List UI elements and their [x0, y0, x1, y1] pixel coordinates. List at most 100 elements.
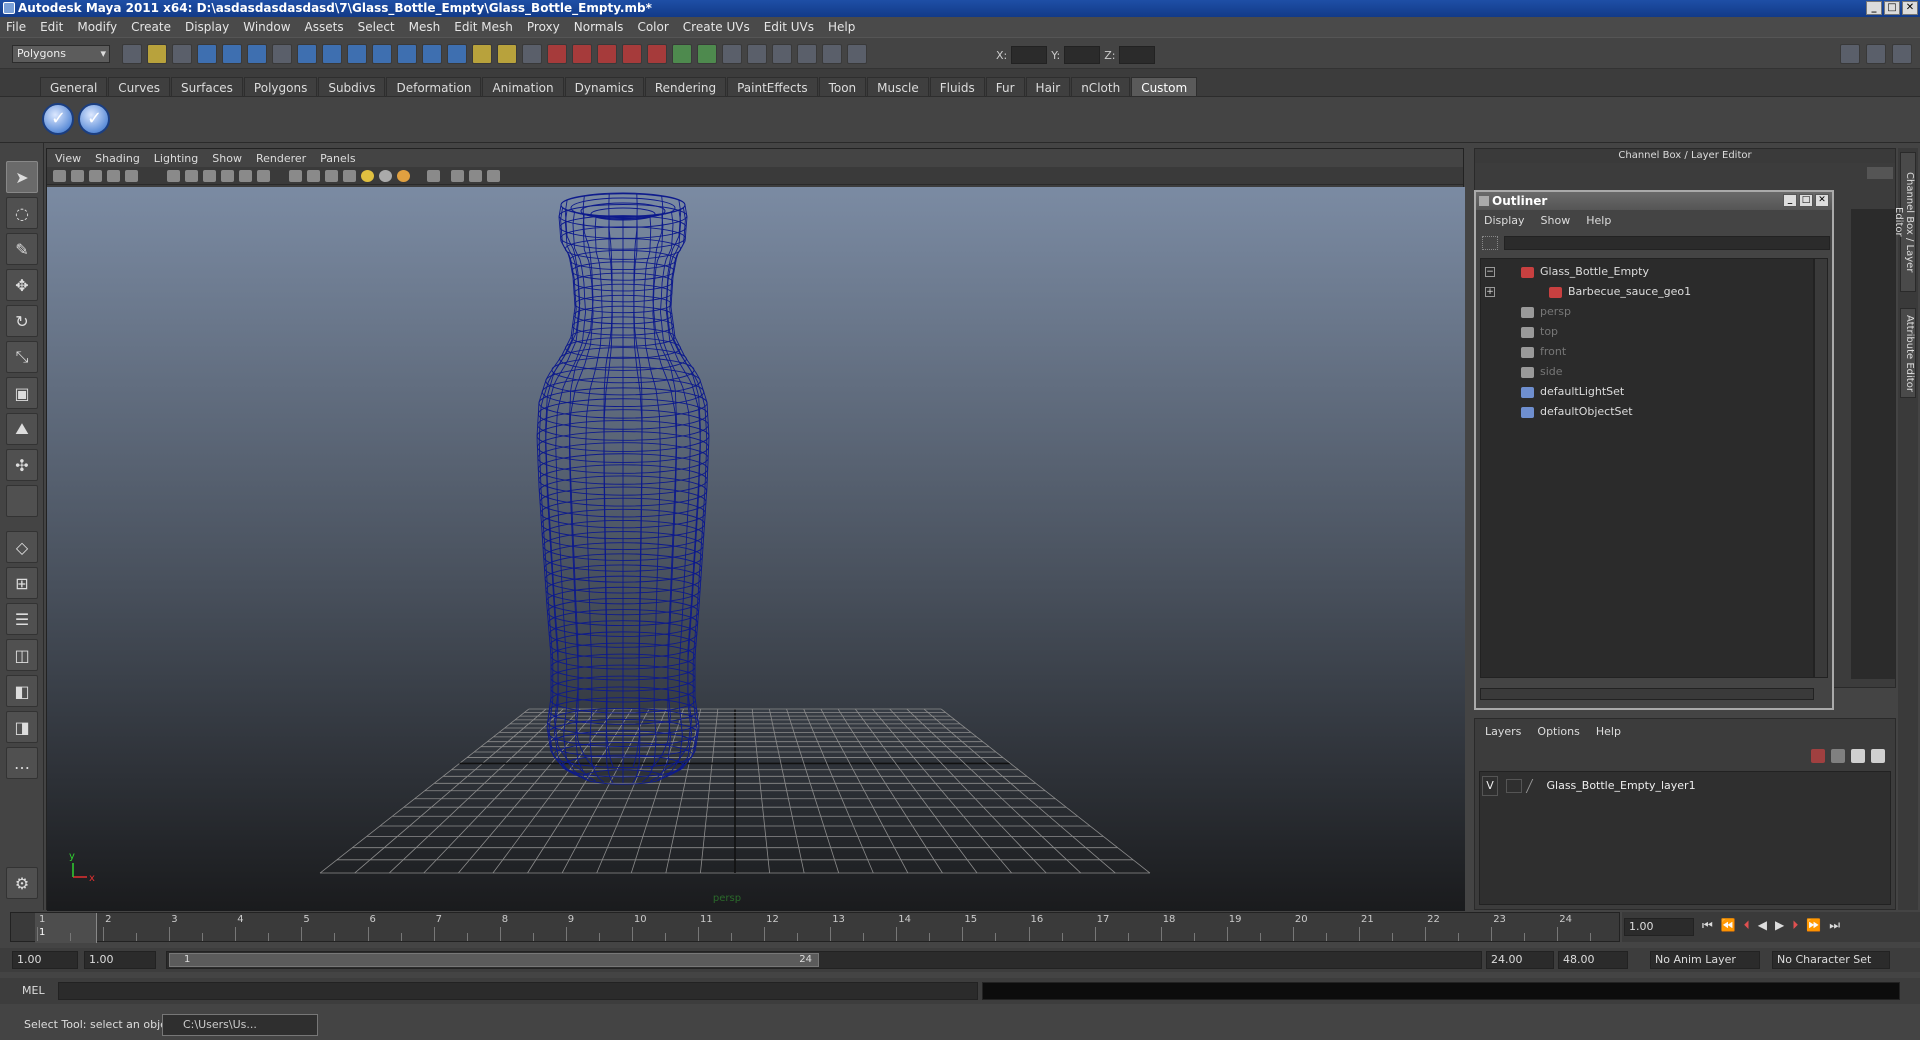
- menu-mesh[interactable]: Mesh: [409, 20, 441, 34]
- smooth-shade-icon[interactable]: [307, 170, 320, 182]
- playback-end-field[interactable]: 24.00: [1486, 951, 1554, 969]
- paint-select-tool-icon[interactable]: ✎: [6, 233, 38, 265]
- play-forwards-icon[interactable]: ▶: [1775, 918, 1784, 933]
- pick-mask-icon[interactable]: [272, 44, 292, 64]
- outliner-horizontal-scrollbar[interactable]: [1480, 688, 1814, 700]
- wireframe-on-shaded-icon[interactable]: [325, 170, 338, 182]
- grid-icon[interactable]: [125, 170, 138, 182]
- menu-select[interactable]: Select: [358, 20, 395, 34]
- wireframe-icon[interactable]: [289, 170, 302, 182]
- perspective-viewport[interactable]: View Shading Lighting Show Renderer Panels: [46, 148, 1465, 911]
- layer-type-toggle[interactable]: [1505, 779, 1522, 793]
- show-channel-box-icon[interactable]: [1892, 44, 1912, 64]
- viewport-scene[interactable]: x y persp: [47, 187, 1465, 911]
- viewport-menu-renderer[interactable]: Renderer: [256, 152, 306, 165]
- backface-culling-icon[interactable]: [487, 170, 500, 182]
- layout-options-icon[interactable]: …: [6, 747, 38, 779]
- outliner-item[interactable]: side: [1521, 363, 1563, 381]
- select-dynamics-icon[interactable]: [422, 44, 442, 64]
- current-time-field[interactable]: 1.00: [1624, 918, 1694, 936]
- film-gate-icon[interactable]: [167, 170, 180, 182]
- snap-view-plane-icon[interactable]: [622, 44, 642, 64]
- persp-graph-layout-icon[interactable]: ◨: [6, 711, 38, 743]
- shelf-tab-animation[interactable]: Animation: [482, 77, 564, 97]
- animation-end-field[interactable]: 48.00: [1558, 951, 1628, 969]
- layer-menu-help[interactable]: Help: [1596, 725, 1621, 738]
- select-object-icon[interactable]: [222, 44, 242, 64]
- make-live-icon[interactable]: [647, 44, 667, 64]
- mel-label[interactable]: MEL: [22, 984, 45, 997]
- outliner-vertical-scrollbar[interactable]: [1814, 258, 1828, 678]
- show-tool-settings-icon[interactable]: [1866, 44, 1886, 64]
- layer-menu-options[interactable]: Options: [1537, 725, 1579, 738]
- minimize-button[interactable]: _: [1866, 1, 1882, 15]
- outliner-minimize-button[interactable]: _: [1783, 194, 1797, 207]
- y-field[interactable]: [1064, 46, 1101, 64]
- step-back-frame-icon[interactable]: ⏪: [1721, 918, 1736, 933]
- input-ops-icon[interactable]: [672, 44, 692, 64]
- select-camera-icon[interactable]: [53, 170, 66, 182]
- menu-edit-mesh[interactable]: Edit Mesh: [454, 20, 513, 34]
- time-slider[interactable]: 1 2 3 4 5 6 7 8 9 10 11 12 13 14 15 16 17 18 19 20 21 22 23 24 1: [10, 912, 1620, 943]
- outliner-maximize-button[interactable]: □: [1799, 194, 1813, 207]
- select-tool-icon[interactable]: ➤: [6, 161, 38, 193]
- menu-modify[interactable]: Modify: [77, 20, 117, 34]
- select-deformations-icon[interactable]: [397, 44, 417, 64]
- select-hierarchy-icon[interactable]: [197, 44, 217, 64]
- go-to-end-icon[interactable]: ⏭: [1829, 918, 1840, 933]
- shelf-tab-fluids[interactable]: Fluids: [929, 77, 985, 97]
- lock-selection-icon[interactable]: [497, 44, 517, 64]
- absolute-transform-icon[interactable]: [847, 44, 867, 64]
- resolution-gate-icon[interactable]: [185, 170, 198, 182]
- channel-box-icons[interactable]: [1867, 167, 1893, 179]
- soft-mod-tool-icon[interactable]: ⛰: [6, 413, 38, 445]
- open-scene-icon[interactable]: [147, 44, 167, 64]
- menu-create[interactable]: Create: [131, 20, 171, 34]
- shelf-check-button-1[interactable]: ✓: [42, 103, 74, 135]
- snap-point-icon[interactable]: [597, 44, 617, 64]
- close-button[interactable]: ✕: [1902, 1, 1918, 15]
- menu-edit-uvs[interactable]: Edit UVs: [764, 20, 814, 34]
- step-back-key-icon[interactable]: ⏴: [1744, 918, 1750, 933]
- select-joints-icon[interactable]: [322, 44, 342, 64]
- layer-color-swatch[interactable]: [1525, 779, 1543, 793]
- shelf-tab-polygons[interactable]: Polygons: [243, 77, 318, 97]
- menu-edit[interactable]: Edit: [40, 20, 63, 34]
- outliner-item[interactable]: persp: [1521, 303, 1571, 321]
- viewport-menu-lighting[interactable]: Lighting: [154, 152, 198, 165]
- range-slider-thumb[interactable]: 1 24: [169, 953, 819, 967]
- field-chart-icon[interactable]: [221, 170, 234, 182]
- hypershade-persp-layout-icon[interactable]: ◧: [6, 675, 38, 707]
- outliner-item[interactable]: Barbecue_sauce_geo1: [1549, 283, 1691, 301]
- high-quality-icon[interactable]: [397, 170, 410, 182]
- outliner-menu-show[interactable]: Show: [1541, 214, 1571, 227]
- menu-display[interactable]: Display: [185, 20, 229, 34]
- playback-start-field[interactable]: 1.00: [84, 951, 156, 969]
- shelf-check-button-2[interactable]: ✓: [78, 103, 110, 135]
- shelf-tab-general[interactable]: General: [40, 77, 108, 97]
- menu-window[interactable]: Window: [243, 20, 290, 34]
- image-plane-icon[interactable]: [107, 170, 120, 182]
- use-all-lights-icon[interactable]: [361, 170, 374, 182]
- collapse-icon[interactable]: −: [1485, 267, 1495, 277]
- shelf-tab-custom[interactable]: Custom: [1131, 77, 1198, 97]
- shelf-tab-deformation[interactable]: Deformation: [386, 77, 482, 97]
- lasso-tool-icon[interactable]: ◌: [6, 197, 38, 229]
- step-forward-key-icon[interactable]: ⏵: [1792, 918, 1798, 933]
- new-layer-selected-icon[interactable]: [1831, 749, 1845, 763]
- select-rendering-icon[interactable]: [447, 44, 467, 64]
- maximize-button[interactable]: □: [1884, 1, 1900, 15]
- layer-menu-layers[interactable]: Layers: [1485, 725, 1521, 738]
- outliner-menu-help[interactable]: Help: [1586, 214, 1611, 227]
- select-component-icon[interactable]: [247, 44, 267, 64]
- side-tab-channel-box[interactable]: Channel Box / Layer Editor: [1893, 152, 1916, 292]
- graph-persp-layout-icon[interactable]: ◫: [6, 639, 38, 671]
- step-forward-frame-icon[interactable]: ⏩: [1806, 918, 1821, 933]
- menu-normals[interactable]: Normals: [574, 20, 624, 34]
- show-attribute-editor-icon[interactable]: [1840, 44, 1860, 64]
- outliner-close-button[interactable]: ✕: [1815, 194, 1829, 207]
- render-settings-icon[interactable]: [822, 44, 842, 64]
- outliner-titlebar[interactable]: Outliner _ □ ✕: [1476, 192, 1832, 210]
- select-misc-icon[interactable]: [472, 44, 492, 64]
- textured-icon[interactable]: [343, 170, 356, 182]
